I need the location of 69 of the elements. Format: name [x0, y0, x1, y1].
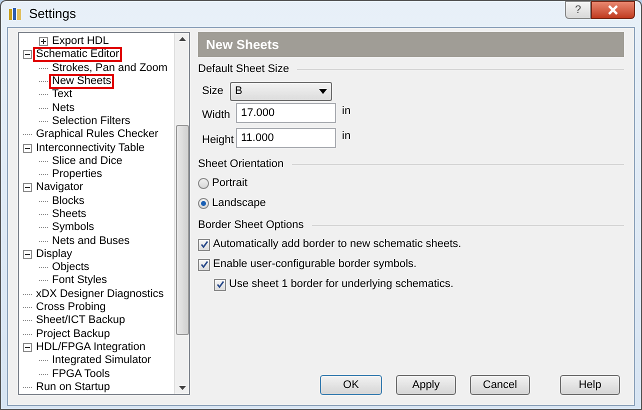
checkbox[interactable] — [214, 278, 226, 290]
tree-item[interactable]: Text — [51, 89, 74, 100]
vertical-scrollbar[interactable] — [174, 33, 189, 394]
tree-item[interactable]: Display — [35, 248, 74, 260]
group-label: Border Sheet Options — [198, 218, 304, 233]
tree-item[interactable]: Symbols — [51, 222, 96, 234]
field-label: Height — [202, 133, 235, 148]
dialog-button[interactable]: Help — [560, 375, 620, 396]
tree-item[interactable]: Integrated Simulator — [51, 355, 152, 366]
tree-item[interactable]: Graphical Rules Checker — [35, 129, 160, 140]
unit-label: in — [342, 129, 351, 144]
tree-item[interactable]: Sheets — [51, 209, 88, 220]
dialog-button[interactable]: Apply — [396, 375, 456, 396]
tree-item[interactable]: Navigator — [35, 182, 84, 194]
group-label: Sheet Orientation — [198, 156, 284, 172]
app-icon — [7, 6, 23, 22]
tree-item[interactable]: Cross Probing — [35, 302, 107, 314]
radio-button[interactable] — [198, 178, 209, 189]
field-label: Size — [202, 84, 224, 99]
tree-item[interactable]: Objects — [51, 262, 90, 274]
tree-item[interactable]: Selection Filters — [51, 116, 132, 127]
field-label: Width — [202, 108, 232, 123]
tree-item[interactable]: Nets and Buses — [51, 236, 131, 247]
tree-item[interactable]: HDL/FPGA Integration — [35, 342, 146, 353]
close-icon — [607, 5, 619, 15]
tree-item[interactable]: New Sheets — [51, 76, 112, 88]
dialog-button[interactable]: Cancel — [470, 375, 530, 396]
checkbox[interactable] — [198, 258, 210, 270]
scroll-down-icon[interactable] — [178, 386, 186, 390]
expander-icon[interactable] — [23, 50, 32, 60]
unit-label: in — [342, 104, 351, 119]
tree-item[interactable]: Blocks — [51, 196, 86, 207]
tree-item[interactable]: Export HDL — [51, 36, 110, 48]
tree-item[interactable]: Font Styles — [51, 275, 108, 286]
tree-item[interactable]: Interconnectivity Table — [35, 142, 146, 154]
close-button[interactable] — [591, 1, 635, 19]
radio-label: Landscape — [212, 196, 266, 212]
checkbox-label: Enable user-configurable border symbols. — [213, 257, 417, 272]
tree-item[interactable]: Run on Startup — [35, 382, 111, 393]
expander-icon[interactable] — [23, 183, 32, 192]
tree-item[interactable]: Schematic Editor — [35, 49, 120, 60]
tree-item[interactable]: Project Backup — [35, 328, 111, 340]
window-title: Settings — [29, 5, 76, 24]
checkbox[interactable] — [198, 238, 210, 250]
group-label: Default Sheet Size — [198, 62, 290, 77]
tree-item[interactable]: Slice and Dice — [51, 156, 124, 167]
checkbox-label: Use sheet 1 border for underlying schematics. — [229, 277, 454, 292]
tree-item[interactable]: xDX Designer Diagnostics — [35, 288, 165, 300]
radio-button[interactable] — [198, 198, 209, 209]
tree-item[interactable]: FPGA Tools — [51, 368, 111, 380]
expander-icon[interactable] — [23, 342, 32, 352]
dialog-button[interactable]: OK — [320, 375, 382, 396]
height-field[interactable]: 11.000 — [236, 128, 336, 148]
width-field[interactable]: 17.000 — [236, 103, 336, 123]
page-header: New Sheets — [198, 32, 624, 57]
tree-item[interactable]: Nets — [51, 102, 76, 114]
expander-icon[interactable] — [23, 144, 32, 153]
scrollbar-thumb[interactable] — [176, 125, 188, 335]
expander-icon[interactable] — [23, 250, 32, 259]
help-button[interactable]: ? — [565, 1, 591, 19]
caret-icon — [319, 88, 327, 94]
checkbox-label: Automatically add border to new schematic sheets. — [213, 237, 462, 252]
tree-item[interactable]: Strokes, Pan and Zoom — [51, 62, 169, 74]
tree-item[interactable]: Properties — [51, 169, 104, 180]
expander-icon[interactable] — [39, 37, 48, 46]
size-dropdown[interactable]: B — [230, 82, 332, 100]
tree-item[interactable]: Sheet/ICT Backup — [35, 315, 126, 326]
radio-label: Portrait — [212, 176, 248, 192]
scroll-up-icon[interactable] — [178, 37, 186, 41]
